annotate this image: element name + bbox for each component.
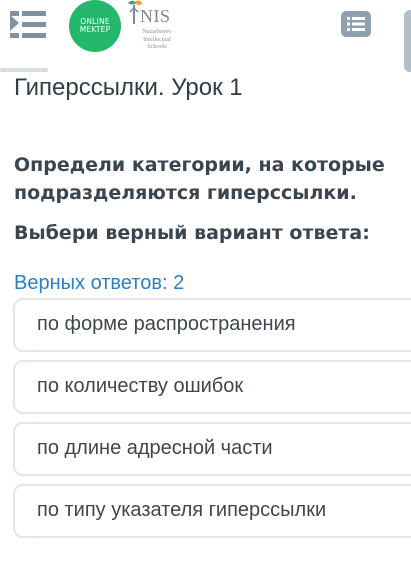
nis-line-1: Nazarbayev (142, 28, 172, 35)
question-instruction: Выбери верный вариант ответа: (14, 222, 370, 244)
online-mektep-logo[interactable]: ONLINE MEKTEP (69, 0, 121, 52)
hamburger-menu-icon[interactable] (8, 6, 48, 44)
question-text: Определи категории, на которые подраздел… (14, 154, 385, 204)
answer-option-label: по количеству ошибок (37, 375, 244, 397)
list-icon[interactable] (341, 11, 371, 37)
answer-option-label: по форме распространения (37, 313, 296, 335)
correct-answers-count: Верных ответов: 2 (14, 272, 185, 294)
app-header: ONLINE MEKTEP NIS Nazarbayev Intellectua… (0, 0, 411, 74)
side-panel-handle[interactable] (404, 10, 411, 72)
nis-line-2: Intellectual (143, 35, 171, 43)
answer-option[interactable]: по форме распространения (13, 298, 411, 352)
lesson-title: Гиперсcылки. Урок 1 (14, 74, 243, 101)
nis-line-3: Schools (147, 43, 167, 50)
answer-option-label: по длине адресной части (37, 437, 273, 459)
answer-option[interactable]: по типу указателя гиперссылки (13, 484, 411, 538)
logo-mektep-text: MEKTEP (79, 25, 111, 34)
nis-subtitle: Nazarbayev Intellectual Schools (130, 28, 184, 51)
nis-title: NIS (140, 6, 171, 26)
answer-option-label: по типу указателя гиперссылки (37, 499, 327, 521)
header-divider (0, 68, 48, 72)
nis-logo: NIS Nazarbayev Intellectual Schools (124, 0, 180, 56)
answer-option[interactable]: по длине адресной части (13, 422, 411, 476)
answer-option[interactable]: по количеству ошибок (13, 360, 411, 414)
